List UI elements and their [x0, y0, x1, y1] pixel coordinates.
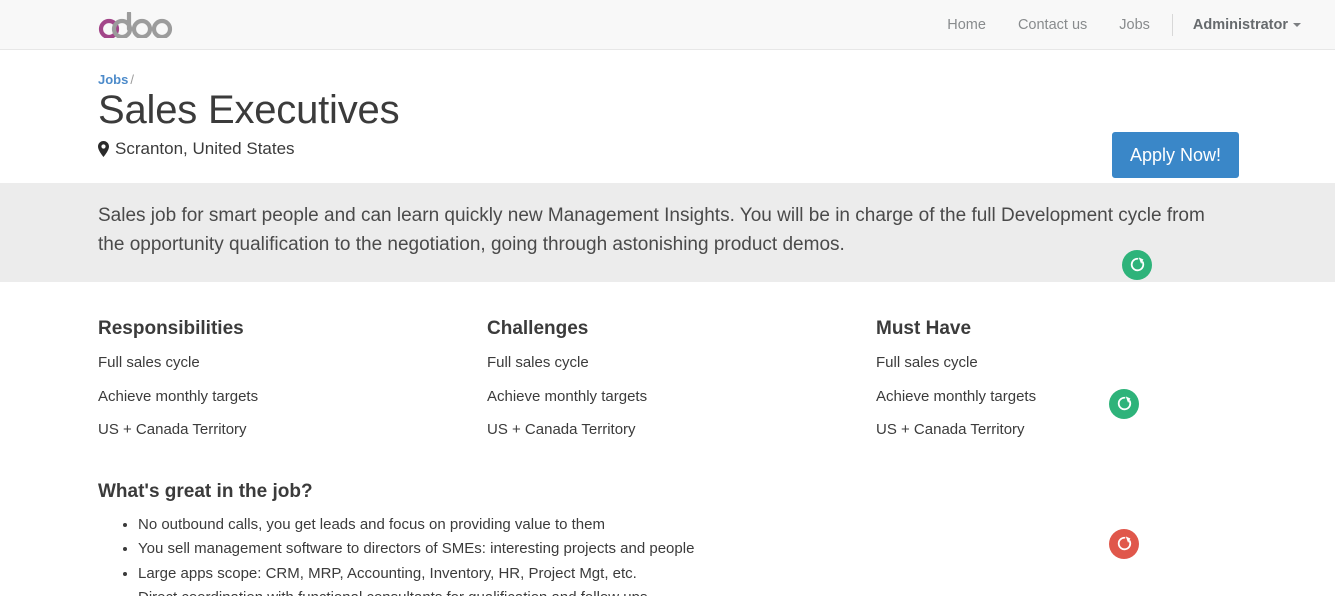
user-menu[interactable]: Administrator [1179, 0, 1311, 50]
page-header: Jobs / Sales Executives Scranton, United … [0, 50, 1335, 223]
column-item: US + Canada Territory [487, 421, 636, 439]
refresh-icon [1117, 396, 1131, 411]
list-item: Direct coordination with functional cons… [138, 588, 1311, 596]
list-item: Large apps scope: CRM, MRP, Accounting, … [138, 564, 1311, 584]
navbar-links: Home Contact us Jobs Administrator [931, 0, 1311, 49]
user-menu-label: Administrator [1192, 16, 1288, 33]
location-pin-icon [98, 141, 109, 158]
column-responsibilities: Responsibilities Full sales cycle Achiev… [98, 318, 487, 455]
apply-now-button[interactable]: Apply Now! [1111, 132, 1239, 178]
refresh-icon [1117, 536, 1131, 551]
column-item: Full sales cycle [487, 353, 589, 371]
column-item: Achieve monthly targets [487, 387, 648, 405]
column-item: US + Canada Territory [876, 421, 1025, 439]
whats-great-heading: What's great in the job? [98, 481, 313, 503]
nav-item-jobs[interactable]: Jobs [1103, 0, 1166, 50]
nav-item-contact-us[interactable]: Contact us [1002, 0, 1103, 50]
page-title: Sales Executives [98, 88, 400, 132]
column-heading: Challenges [487, 317, 589, 339]
column-item: Full sales cycle [876, 353, 978, 371]
breadcrumb: Jobs / [98, 72, 1311, 87]
column-item: US + Canada Territory [98, 421, 247, 439]
requirement-columns: Responsibilities Full sales cycle Achiev… [98, 282, 1311, 455]
refresh-badge-banner[interactable] [1122, 249, 1152, 280]
job-location-label: Scranton, United States [115, 139, 295, 159]
job-description-text: Sales job for smart people and can learn… [98, 205, 1205, 256]
list-item: No outbound calls, you get leads and foc… [138, 515, 1311, 535]
whats-great-section: What's great in the job? No outbound cal… [98, 455, 1311, 596]
breadcrumb-item-jobs[interactable]: Jobs [98, 72, 128, 87]
column-heading: Responsibilities [98, 317, 244, 339]
error-badge[interactable] [1109, 528, 1139, 559]
column-must-have: Must Have Full sales cycle Achieve month… [876, 318, 1036, 455]
odoo-logo[interactable] [98, 0, 176, 49]
refresh-icon [1130, 257, 1144, 272]
column-heading: Must Have [876, 317, 972, 339]
top-navbar: Home Contact us Jobs Administrator [0, 0, 1335, 50]
odoo-logo-icon [98, 11, 173, 38]
job-description-banner: Sales job for smart people and can learn… [0, 183, 1335, 282]
refresh-badge-column[interactable] [1109, 388, 1139, 419]
column-challenges: Challenges Full sales cycle Achieve mont… [487, 318, 876, 455]
main-content: Responsibilities Full sales cycle Achiev… [0, 282, 1335, 596]
column-item: Achieve monthly targets [98, 387, 259, 405]
chevron-down-icon [1293, 22, 1301, 27]
breadcrumb-separator: / [130, 72, 134, 87]
column-item: Full sales cycle [98, 353, 200, 371]
navbar-divider [1171, 13, 1173, 36]
nav-item-home[interactable]: Home [931, 0, 1002, 50]
column-item: Achieve monthly targets [876, 387, 1037, 405]
